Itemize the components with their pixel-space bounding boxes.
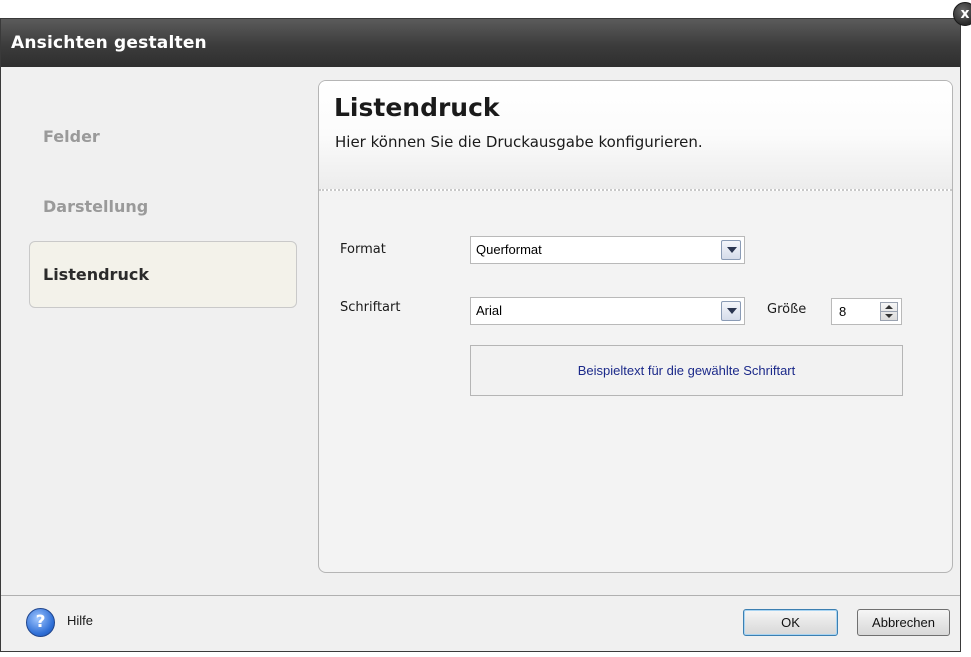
format-label: Format <box>340 242 386 257</box>
ok-button[interactable]: OK <box>743 609 838 636</box>
size-label: Größe <box>767 302 807 317</box>
help-icon[interactable]: ? <box>26 608 55 637</box>
dialog-footer: ? Hilfe OK Abbrechen <box>1 595 960 651</box>
dialog-window: Ansichten gestalten Felder Darstellung L… <box>0 18 961 652</box>
font-select[interactable]: Arial <box>470 297 745 325</box>
close-icon: x <box>953 2 971 26</box>
font-label: Schriftart <box>340 300 401 315</box>
font-select-value: Arial <box>476 303 503 318</box>
chevron-down-icon[interactable] <box>721 240 741 260</box>
dialog-title: Ansichten gestalten <box>1 19 960 67</box>
cancel-button[interactable]: Abbrechen <box>857 609 950 636</box>
settings-panel: Listendruck Hier können Sie die Druckaus… <box>318 80 953 573</box>
sidebar-item-felder[interactable]: Felder <box>29 103 297 170</box>
panel-subtitle: Hier können Sie die Druckausgabe konfigu… <box>335 133 703 151</box>
panel-header: Listendruck Hier können Sie die Druckaus… <box>319 81 952 191</box>
panel-title: Listendruck <box>334 93 500 122</box>
size-stepper[interactable]: 8 <box>831 298 902 325</box>
sidebar-item-darstellung[interactable]: Darstellung <box>29 173 297 240</box>
close-button[interactable]: x <box>953 0 971 26</box>
dialog-body: Felder Darstellung Listendruck Listendru… <box>1 67 960 595</box>
chevron-down-icon[interactable] <box>721 301 741 321</box>
format-select[interactable]: Querformat <box>470 236 745 264</box>
size-value: 8 <box>839 304 847 319</box>
format-select-value: Querformat <box>476 242 542 257</box>
font-preview: Beispieltext für die gewählte Schriftart <box>470 345 903 396</box>
help-link[interactable]: Hilfe <box>67 613 93 628</box>
sidebar-item-listendruck[interactable]: Listendruck <box>29 241 297 308</box>
